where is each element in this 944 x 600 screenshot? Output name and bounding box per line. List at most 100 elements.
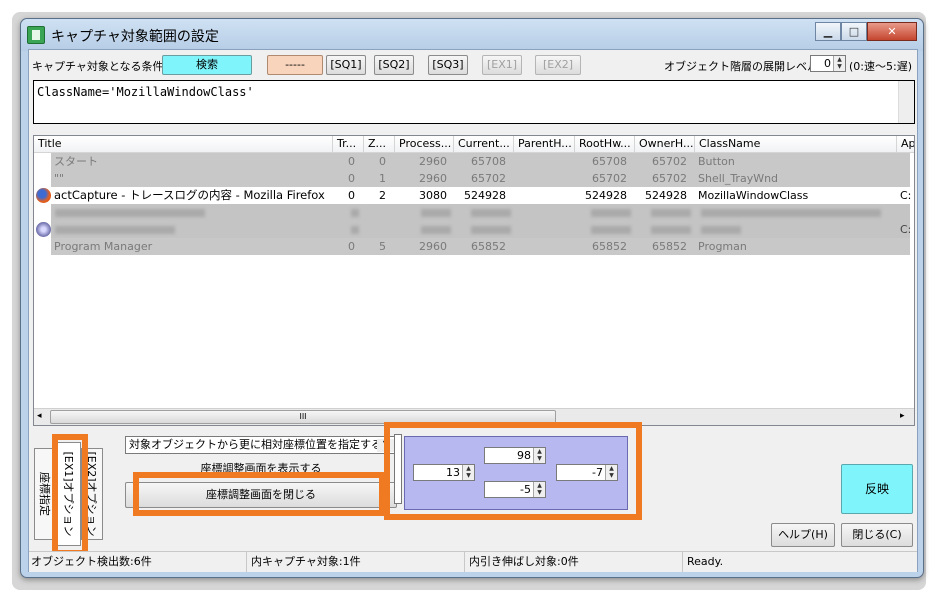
cell-process: 2960	[419, 240, 447, 253]
cell-current: 65708	[471, 155, 506, 168]
redacted-text	[591, 209, 631, 217]
relative-position-value: 対象オブジェクトから更に相対座標位置を指定する	[129, 438, 382, 451]
cell-tr: 0	[348, 240, 355, 253]
title-bar[interactable]: キャプチャ対象範囲の設定 ▁ □ ✕	[21, 19, 923, 51]
cell-tr: 0	[348, 189, 355, 202]
close-button[interactable]: 閉じる(C)	[841, 523, 913, 547]
cell-z: 2	[379, 189, 386, 202]
redacted-text	[421, 226, 451, 234]
table-row[interactable]: Program Manager 0 5 2960 65852 65852 658…	[51, 238, 910, 255]
cell-current: 65852	[471, 240, 506, 253]
window-title: キャプチャ対象範囲の設定	[51, 29, 219, 45]
cell-owner: 524928	[645, 189, 687, 202]
status-stretch-targets: 内引き伸ばし対象:0件	[467, 552, 683, 572]
col-tr[interactable]: Tr...	[333, 136, 364, 153]
col-title[interactable]: Title	[34, 136, 333, 153]
table-row-redacted[interactable]: C:	[51, 221, 910, 238]
firefox-icon	[36, 188, 51, 203]
cell-owner: 65702	[652, 172, 687, 185]
cell-z: 5	[379, 240, 386, 253]
dialog-window: キャプチャ対象範囲の設定 ▁ □ ✕ キャプチャ対象となる条件: 検索 ----…	[20, 18, 924, 578]
sq1-button[interactable]: [SQ1]	[326, 55, 366, 75]
cell-tr: 0	[348, 155, 355, 168]
redacted-text	[55, 209, 205, 217]
condition-scrollbar[interactable]	[898, 81, 914, 123]
redacted-text	[421, 209, 451, 217]
cell-title: Program Manager	[54, 240, 153, 253]
redacted-text	[351, 226, 359, 234]
search-button[interactable]: 検索	[162, 55, 252, 75]
condition-textbox[interactable]: ClassName='MozillaWindowClass'	[33, 80, 915, 124]
redacted-text	[701, 209, 881, 217]
app-row-icon	[36, 222, 51, 237]
cell-process: 2960	[419, 155, 447, 168]
redacted-text	[651, 226, 691, 234]
cell-classname: Progman	[698, 240, 747, 253]
tab-coordinate-label: 座標指定	[38, 472, 51, 516]
spin-arrows-icon[interactable]: ▲ ▼	[833, 56, 845, 71]
cell-root: 65852	[592, 240, 627, 253]
col-parent[interactable]: ParentH...	[514, 136, 575, 153]
cell-z: 1	[379, 172, 386, 185]
cell-owner: 65702	[652, 155, 687, 168]
cell-process: 3080	[419, 189, 447, 202]
highlight-frame-offsets	[384, 422, 642, 520]
col-process[interactable]: Process...	[395, 136, 454, 153]
cell-z: 0	[379, 155, 386, 168]
cell-tr: 0	[348, 172, 355, 185]
app-icon	[27, 26, 45, 44]
cell-current: 524928	[464, 189, 506, 202]
table-row-selected[interactable]: actCapture - トレースログの内容 - Mozilla Firefox…	[34, 187, 911, 204]
sq2-button[interactable]: [SQ2]	[374, 55, 414, 75]
cell-title: ""	[54, 172, 65, 185]
relative-position-select[interactable]: 対象オブジェクトから更に相対座標位置を指定する	[125, 436, 397, 454]
cell-classname: Button	[698, 155, 735, 168]
col-root[interactable]: RootHw...	[575, 136, 635, 153]
col-ap[interactable]: Ap	[897, 136, 914, 153]
col-current[interactable]: Current...	[454, 136, 514, 153]
close-window-button[interactable]: ✕	[867, 22, 917, 41]
cell-title: actCapture - トレースログの内容 - Mozilla Firefox	[54, 188, 325, 202]
help-button[interactable]: ヘルプ(H)	[771, 523, 835, 547]
col-classname[interactable]: ClassName	[695, 136, 897, 153]
expand-level-label: オブジェクト階層の展開レベル:	[664, 60, 822, 73]
minimize-button[interactable]: ▁	[815, 22, 841, 41]
ex1-button[interactable]: [EX1]	[482, 55, 522, 75]
redacted-text	[351, 209, 359, 217]
scroll-left-icon[interactable]: ◂	[37, 411, 42, 421]
ex2-button[interactable]: [EX2]	[535, 55, 581, 75]
expand-level-hint: (0:速〜5:遅)	[849, 60, 912, 73]
object-list[interactable]: Title Tr... Z... Process... Current... P…	[33, 135, 915, 426]
redacted-text	[701, 226, 741, 234]
dash-button[interactable]: -----	[267, 55, 323, 75]
cell-root: 65708	[592, 155, 627, 168]
col-owner[interactable]: OwnerH...	[635, 136, 695, 153]
redacted-text	[55, 226, 175, 234]
cell-root: 524928	[585, 189, 627, 202]
scroll-right-icon[interactable]: ▸	[900, 411, 905, 421]
condition-text: ClassName='MozillaWindowClass'	[37, 85, 254, 99]
cell-owner: 65852	[652, 240, 687, 253]
apply-button[interactable]: 反映	[841, 464, 913, 514]
redacted-text	[591, 226, 631, 234]
col-z[interactable]: Z...	[364, 136, 395, 153]
redacted-text	[471, 209, 511, 217]
cell-title: スタート	[54, 155, 98, 168]
table-row[interactable]: "" 0 1 2960 65702 65702 65702 Shell_Tray…	[51, 170, 910, 187]
cell-current: 65702	[471, 172, 506, 185]
cell-classname: Shell_TrayWnd	[698, 172, 779, 185]
sq3-button[interactable]: [SQ3]	[428, 55, 468, 75]
highlight-frame-tab	[52, 434, 88, 556]
cell-process: 2960	[419, 172, 447, 185]
maximize-button[interactable]: □	[841, 22, 867, 41]
status-bar: オブジェクト検出数:6件 内キャプチャ対象:1件 内引き伸ばし対象:0件 Rea…	[29, 551, 917, 572]
status-detected: オブジェクト検出数:6件	[29, 552, 247, 572]
redacted-text	[471, 226, 511, 234]
cell-ap: C:	[900, 223, 910, 236]
client-area: キャプチャ対象となる条件: 検索 ----- [SQ1] [SQ2] [SQ3]…	[28, 49, 918, 572]
table-row[interactable]: スタート 0 0 2960 65708 65708 65702 Button	[51, 153, 910, 170]
highlight-frame-close-button	[133, 472, 385, 516]
expand-level-spinner[interactable]: 0 ▲ ▼	[810, 55, 846, 72]
table-row-redacted[interactable]	[51, 204, 910, 221]
status-capture-targets: 内キャプチャ対象:1件	[249, 552, 465, 572]
